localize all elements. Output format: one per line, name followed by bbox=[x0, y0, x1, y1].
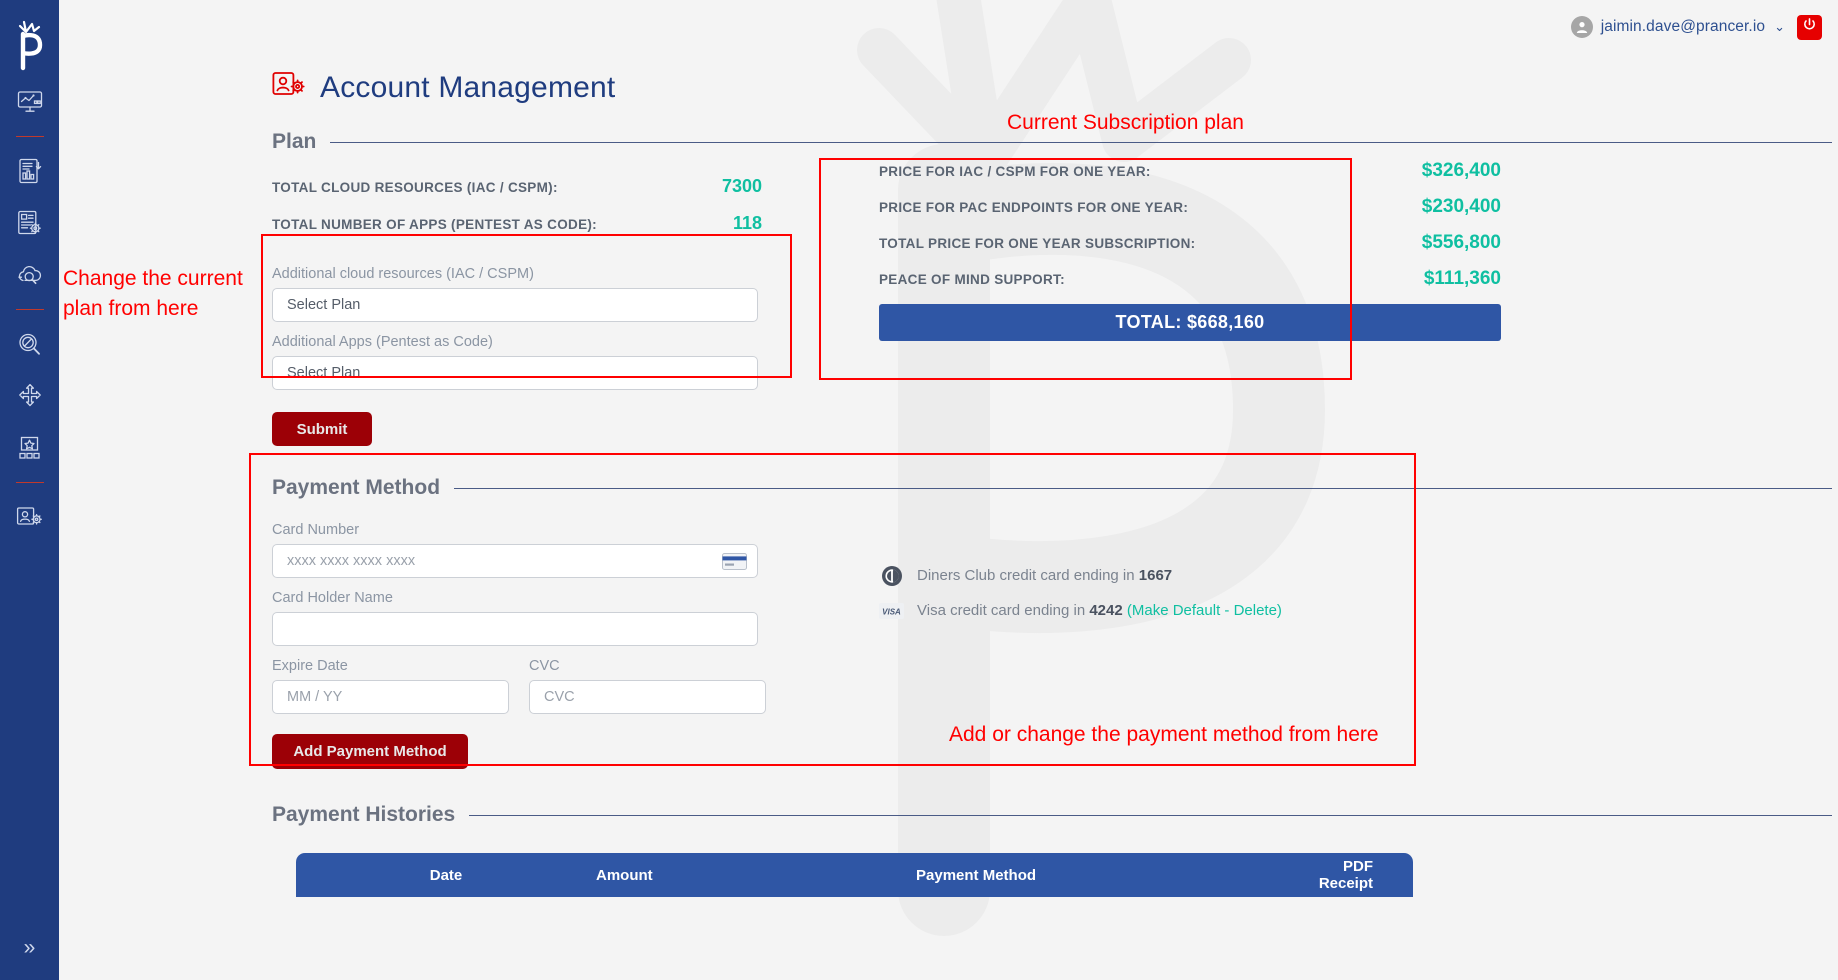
sidebar-item-scan[interactable] bbox=[11, 325, 49, 363]
subscription-row: PEACE OF MIND SUPPORT: $111,360 bbox=[879, 268, 1501, 290]
saved-card-prefix: Visa credit card ending in bbox=[917, 602, 1090, 619]
section-rule bbox=[454, 487, 1832, 489]
sidebar-item-dashboard[interactable] bbox=[11, 83, 49, 121]
page-header: Account Management bbox=[272, 70, 1832, 105]
column-header-pdf-receipt: PDF Receipt bbox=[1318, 858, 1373, 892]
subscription-row-label: PRICE FOR PAC ENDPOINTS FOR ONE YEAR: bbox=[879, 200, 1189, 215]
payment-method-section-header: Payment Method bbox=[272, 476, 1832, 500]
saved-card-last4: 1667 bbox=[1138, 567, 1173, 584]
sidebar-expand-button[interactable]: » bbox=[0, 936, 59, 960]
saved-card-actions[interactable]: (Make Default - Delete) bbox=[1127, 602, 1282, 619]
saved-card-row[interactable]: Diners Club credit card ending in 1667 bbox=[879, 565, 1282, 586]
subscription-row: PRICE FOR PAC ENDPOINTS FOR ONE YEAR: $23… bbox=[879, 196, 1501, 218]
subscription-row-value: $111,360 bbox=[1423, 268, 1501, 289]
diners-club-icon bbox=[879, 565, 904, 586]
column-header-amount: Amount bbox=[596, 866, 653, 884]
document-chart-download-icon bbox=[18, 158, 42, 184]
additional-apps-select[interactable]: Select Plan bbox=[272, 356, 758, 390]
monitor-chart-icon bbox=[17, 90, 43, 114]
submit-button[interactable]: Submit bbox=[272, 412, 372, 446]
cvc-placeholder: CVC bbox=[544, 689, 575, 705]
prancer-logo[interactable] bbox=[9, 16, 51, 76]
sidebar-item-favorites[interactable] bbox=[11, 429, 49, 467]
saved-card-text: Visa credit card ending in 4242 (Make De… bbox=[917, 602, 1282, 619]
payment-histories-section-label: Payment Histories bbox=[272, 803, 456, 826]
saved-card-row[interactable]: VISA Visa credit card ending in 4242 (Ma… bbox=[879, 602, 1282, 619]
main-area: jaimin.dave@prancer.io ⌄ Account Managem… bbox=[59, 0, 1838, 980]
subscription-panel: PRICE FOR IAC / CSPM FOR ONE YEAR: $326,4… bbox=[879, 160, 1501, 341]
payment-histories-table-header: Date Amount Payment Method PDF Receipt bbox=[296, 853, 1413, 897]
svg-text:VISA: VISA bbox=[882, 607, 901, 616]
subscription-row-value: $556,800 bbox=[1421, 232, 1501, 253]
subscription-row-label: TOTAL PRICE FOR ONE YEAR SUBSCRIPTION: bbox=[879, 236, 1196, 251]
plan-row-value: 7300 bbox=[721, 176, 762, 196]
account-management-page: » jaimin.dave@prancer.io ⌄ Account Manag… bbox=[0, 0, 1838, 980]
subscription-row: PRICE FOR IAC / CSPM FOR ONE YEAR: $326,4… bbox=[879, 160, 1501, 182]
sidebar-divider-2 bbox=[15, 309, 44, 310]
plan-section-label: Plan bbox=[272, 130, 317, 153]
sidebar-divider-1 bbox=[15, 136, 44, 137]
star-box-icon bbox=[17, 436, 42, 460]
plan-row-label: TOTAL CLOUD RESOURCES (IAC / CSPM): bbox=[272, 180, 558, 195]
card-number-label: Card Number bbox=[272, 522, 360, 538]
additional-cloud-value: Select Plan bbox=[287, 297, 361, 313]
additional-cloud-select[interactable]: Select Plan bbox=[272, 288, 758, 322]
user-gear-icon bbox=[16, 505, 43, 529]
sidebar-item-compliance[interactable] bbox=[11, 204, 49, 242]
sidebar-item-account-management[interactable] bbox=[11, 498, 49, 536]
double-chevron-right-icon: » bbox=[23, 936, 36, 959]
move-arrows-icon bbox=[18, 383, 42, 409]
payment-histories-section-header: Payment Histories bbox=[272, 803, 1832, 827]
sidebar-item-remediation[interactable] bbox=[11, 377, 49, 415]
magnifier-scan-icon bbox=[17, 332, 42, 357]
sidebar-divider-3 bbox=[15, 482, 44, 483]
card-number-placeholder: xxxx xxxx xxxx xxxx bbox=[287, 553, 416, 569]
subscription-row: TOTAL PRICE FOR ONE YEAR SUBSCRIPTION: $5… bbox=[879, 232, 1501, 254]
expire-date-label: Expire Date bbox=[272, 658, 348, 674]
expire-date-placeholder: MM / YY bbox=[287, 689, 343, 705]
user-gear-icon bbox=[272, 70, 306, 105]
card-number-input[interactable]: xxxx xxxx xxxx xxxx bbox=[272, 544, 758, 578]
subscription-row-label: PRICE FOR IAC / CSPM FOR ONE YEAR: bbox=[879, 164, 1151, 179]
cloud-search-icon bbox=[16, 264, 43, 286]
page-title: Account Management bbox=[320, 70, 616, 104]
saved-card-text: Diners Club credit card ending in 1667 bbox=[917, 567, 1172, 584]
annotation-current-subscription-plan: Current Subscription plan bbox=[1007, 111, 1244, 134]
annotation-payment-help: Add or change the payment method from he… bbox=[949, 723, 1379, 746]
payment-method-section-label: Payment Method bbox=[272, 476, 441, 499]
annotation-change-plan: Change the current plan from here bbox=[63, 267, 243, 320]
plan-row-label: TOTAL NUMBER OF APPS (PENTEST AS CODE): bbox=[272, 217, 597, 232]
expire-date-input[interactable]: MM / YY bbox=[272, 680, 509, 714]
add-payment-method-button[interactable]: Add Payment Method bbox=[272, 734, 468, 769]
subscription-row-value: $326,400 bbox=[1421, 160, 1501, 181]
column-header-payment-method: Payment Method bbox=[916, 866, 1037, 884]
saved-cards-list: Diners Club credit card ending in 1667 V… bbox=[879, 565, 1282, 637]
saved-card-prefix: Diners Club credit card ending in bbox=[917, 567, 1139, 584]
sidebar-item-reports[interactable] bbox=[11, 152, 49, 190]
credit-card-icon bbox=[722, 553, 747, 570]
additional-apps-value: Select Plan bbox=[287, 365, 361, 381]
visa-icon: VISA bbox=[879, 602, 904, 619]
section-rule bbox=[469, 814, 1832, 816]
card-holder-input[interactable] bbox=[272, 612, 758, 646]
cvc-input[interactable]: CVC bbox=[529, 680, 766, 714]
document-gear-icon bbox=[17, 210, 42, 236]
saved-card-last4: 4242 bbox=[1089, 602, 1123, 619]
column-header-date: Date bbox=[429, 866, 463, 884]
sidebar: » bbox=[0, 0, 59, 980]
sidebar-item-cloud-discovery[interactable] bbox=[11, 256, 49, 294]
subscription-row-value: $230,400 bbox=[1421, 196, 1501, 217]
plan-row-value: 118 bbox=[732, 213, 762, 233]
section-rule bbox=[330, 141, 1832, 143]
subscription-total-bar[interactable]: TOTAL: $668,160 bbox=[879, 304, 1501, 341]
cvc-label: CVC bbox=[529, 658, 560, 674]
subscription-row-label: PEACE OF MIND SUPPORT: bbox=[879, 272, 1065, 287]
